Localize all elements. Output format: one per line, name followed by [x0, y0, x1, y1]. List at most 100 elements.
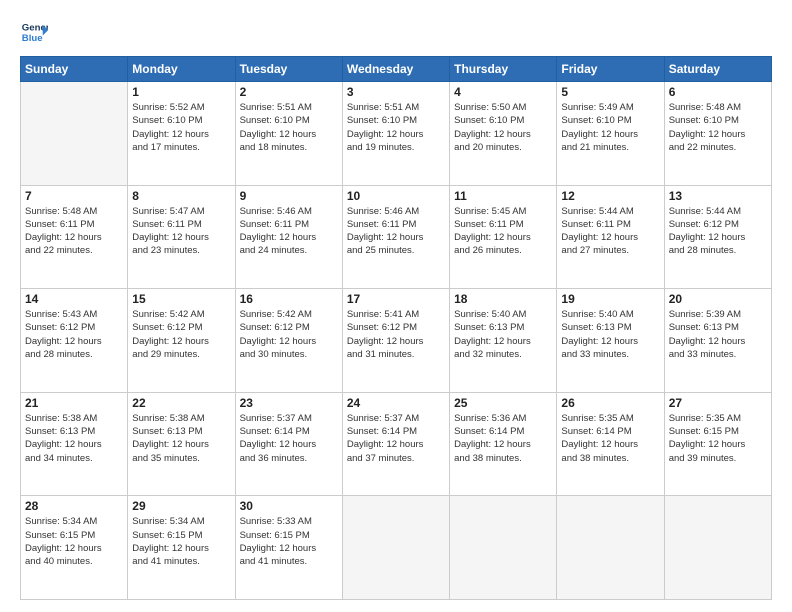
svg-text:Blue: Blue [22, 33, 43, 44]
day-number: 29 [132, 499, 230, 513]
calendar-cell: 26Sunrise: 5:35 AM Sunset: 6:14 PM Dayli… [557, 392, 664, 496]
calendar-cell: 2Sunrise: 5:51 AM Sunset: 6:10 PM Daylig… [235, 82, 342, 186]
day-info: Sunrise: 5:34 AM Sunset: 6:15 PM Dayligh… [25, 515, 123, 568]
day-number: 3 [347, 85, 445, 99]
calendar-cell: 20 Sunrise: 5:39 AM Sunset: 6:13 PM Dayli… [664, 289, 771, 393]
calendar-cell [21, 82, 128, 186]
calendar-cell: 28 Sunrise: 5:34 AM Sunset: 6:15 PM Dayli… [21, 496, 128, 600]
calendar-cell: 18 Sunrise: 5:40 AM Sunset: 6:13 PM Dayli… [450, 289, 557, 393]
day-number: 2 [240, 85, 338, 99]
day-number: 19 [561, 292, 659, 306]
day-info: Sunrise: 5:44 AM Sunset: 6:11 PM Dayligh… [561, 205, 659, 258]
calendar-cell: 5 Sunrise: 5:49 AM Sunset: 6:10 PM Daylig… [557, 82, 664, 186]
calendar-cell: 13 Sunrise: 5:44 AM Sunset: 6:12 PM Dayli… [664, 185, 771, 289]
day-number: 14 [25, 292, 123, 306]
day-number: 10 [347, 189, 445, 203]
day-info: Sunrise: 5:42 AM Sunset: 6:12 PM Dayligh… [132, 308, 230, 361]
day-info: Sunrise: 5:40 AM Sunset: 6:13 PM Dayligh… [454, 308, 552, 361]
calendar-cell: 8Sunrise: 5:47 AM Sunset: 6:11 PM Daylig… [128, 185, 235, 289]
col-header-saturday: Saturday [664, 57, 771, 82]
header: General Blue [20, 18, 772, 46]
day-info: Sunrise: 5:35 AM Sunset: 6:15 PM Dayligh… [669, 412, 767, 465]
day-info: Sunrise: 5:38 AM Sunset: 6:13 PM Dayligh… [132, 412, 230, 465]
day-number: 25 [454, 396, 552, 410]
day-number: 1 [132, 85, 230, 99]
col-header-wednesday: Wednesday [342, 57, 449, 82]
day-number: 21 [25, 396, 123, 410]
day-info: Sunrise: 5:39 AM Sunset: 6:13 PM Dayligh… [669, 308, 767, 361]
day-info: Sunrise: 5:48 AM Sunset: 6:11 PM Dayligh… [25, 205, 123, 258]
calendar-cell: 17Sunrise: 5:41 AM Sunset: 6:12 PM Dayli… [342, 289, 449, 393]
day-number: 12 [561, 189, 659, 203]
calendar-cell: 16 Sunrise: 5:42 AM Sunset: 6:12 PM Dayli… [235, 289, 342, 393]
day-number: 15 [132, 292, 230, 306]
calendar-table: SundayMondayTuesdayWednesdayThursdayFrid… [20, 56, 772, 600]
day-number: 28 [25, 499, 123, 513]
col-header-monday: Monday [128, 57, 235, 82]
day-info: Sunrise: 5:46 AM Sunset: 6:11 PM Dayligh… [240, 205, 338, 258]
day-info: Sunrise: 5:50 AM Sunset: 6:10 PM Dayligh… [454, 101, 552, 154]
calendar-cell: 10 Sunrise: 5:46 AM Sunset: 6:11 PM Dayli… [342, 185, 449, 289]
col-header-sunday: Sunday [21, 57, 128, 82]
day-info: Sunrise: 5:42 AM Sunset: 6:12 PM Dayligh… [240, 308, 338, 361]
calendar-cell [342, 496, 449, 600]
calendar-cell: 4 Sunrise: 5:50 AM Sunset: 6:10 PM Daylig… [450, 82, 557, 186]
day-info: Sunrise: 5:52 AM Sunset: 6:10 PM Dayligh… [132, 101, 230, 154]
day-number: 27 [669, 396, 767, 410]
calendar-cell: 9 Sunrise: 5:46 AM Sunset: 6:11 PM Daylig… [235, 185, 342, 289]
day-number: 20 [669, 292, 767, 306]
week-row-2: 7 Sunrise: 5:48 AM Sunset: 6:11 PM Daylig… [21, 185, 772, 289]
day-number: 13 [669, 189, 767, 203]
day-info: Sunrise: 5:37 AM Sunset: 6:14 PM Dayligh… [347, 412, 445, 465]
col-header-tuesday: Tuesday [235, 57, 342, 82]
day-number: 26 [561, 396, 659, 410]
calendar-cell [557, 496, 664, 600]
calendar-header-row: SundayMondayTuesdayWednesdayThursdayFrid… [21, 57, 772, 82]
day-info: Sunrise: 5:38 AM Sunset: 6:13 PM Dayligh… [25, 412, 123, 465]
calendar-cell: 30Sunrise: 5:33 AM Sunset: 6:15 PM Dayli… [235, 496, 342, 600]
day-number: 5 [561, 85, 659, 99]
day-info: Sunrise: 5:51 AM Sunset: 6:10 PM Dayligh… [347, 101, 445, 154]
day-info: Sunrise: 5:44 AM Sunset: 6:12 PM Dayligh… [669, 205, 767, 258]
day-info: Sunrise: 5:34 AM Sunset: 6:15 PM Dayligh… [132, 515, 230, 568]
calendar-cell [664, 496, 771, 600]
calendar-cell: 22 Sunrise: 5:38 AM Sunset: 6:13 PM Dayli… [128, 392, 235, 496]
day-number: 23 [240, 396, 338, 410]
calendar-cell: 6 Sunrise: 5:48 AM Sunset: 6:10 PM Daylig… [664, 82, 771, 186]
calendar-cell: 27 Sunrise: 5:35 AM Sunset: 6:15 PM Dayli… [664, 392, 771, 496]
day-info: Sunrise: 5:33 AM Sunset: 6:15 PM Dayligh… [240, 515, 338, 568]
day-number: 16 [240, 292, 338, 306]
calendar-cell: 19 Sunrise: 5:40 AM Sunset: 6:13 PM Dayli… [557, 289, 664, 393]
day-number: 4 [454, 85, 552, 99]
calendar-cell: 21 Sunrise: 5:38 AM Sunset: 6:13 PM Dayli… [21, 392, 128, 496]
day-number: 9 [240, 189, 338, 203]
day-info: Sunrise: 5:36 AM Sunset: 6:14 PM Dayligh… [454, 412, 552, 465]
day-info: Sunrise: 5:46 AM Sunset: 6:11 PM Dayligh… [347, 205, 445, 258]
day-number: 7 [25, 189, 123, 203]
week-row-4: 21 Sunrise: 5:38 AM Sunset: 6:13 PM Dayli… [21, 392, 772, 496]
calendar-cell: 12 Sunrise: 5:44 AM Sunset: 6:11 PM Dayli… [557, 185, 664, 289]
day-number: 6 [669, 85, 767, 99]
calendar-cell [450, 496, 557, 600]
calendar-cell: 1 Sunrise: 5:52 AM Sunset: 6:10 PM Daylig… [128, 82, 235, 186]
col-header-friday: Friday [557, 57, 664, 82]
calendar-cell: 7 Sunrise: 5:48 AM Sunset: 6:11 PM Daylig… [21, 185, 128, 289]
day-info: Sunrise: 5:47 AM Sunset: 6:11 PM Dayligh… [132, 205, 230, 258]
day-number: 17 [347, 292, 445, 306]
calendar-cell: 29 Sunrise: 5:34 AM Sunset: 6:15 PM Dayli… [128, 496, 235, 600]
day-number: 22 [132, 396, 230, 410]
logo-icon: General Blue [20, 18, 48, 46]
col-header-thursday: Thursday [450, 57, 557, 82]
day-number: 18 [454, 292, 552, 306]
day-info: Sunrise: 5:45 AM Sunset: 6:11 PM Dayligh… [454, 205, 552, 258]
calendar-cell: 3 Sunrise: 5:51 AM Sunset: 6:10 PM Daylig… [342, 82, 449, 186]
day-info: Sunrise: 5:48 AM Sunset: 6:10 PM Dayligh… [669, 101, 767, 154]
day-info: Sunrise: 5:40 AM Sunset: 6:13 PM Dayligh… [561, 308, 659, 361]
calendar-cell: 11Sunrise: 5:45 AM Sunset: 6:11 PM Dayli… [450, 185, 557, 289]
logo: General Blue [20, 18, 48, 46]
day-info: Sunrise: 5:43 AM Sunset: 6:12 PM Dayligh… [25, 308, 123, 361]
week-row-5: 28 Sunrise: 5:34 AM Sunset: 6:15 PM Dayli… [21, 496, 772, 600]
calendar-cell: 15 Sunrise: 5:42 AM Sunset: 6:12 PM Dayli… [128, 289, 235, 393]
calendar-cell: 25 Sunrise: 5:36 AM Sunset: 6:14 PM Dayli… [450, 392, 557, 496]
day-info: Sunrise: 5:49 AM Sunset: 6:10 PM Dayligh… [561, 101, 659, 154]
